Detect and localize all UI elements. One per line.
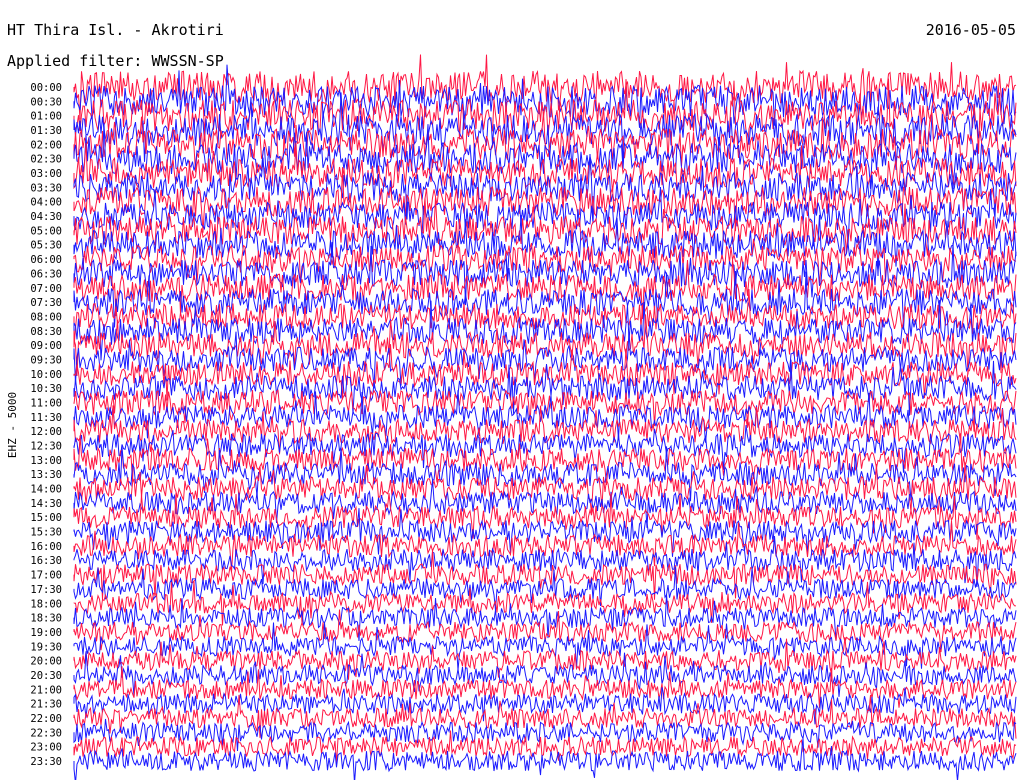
seismogram-chart: 00:00 00:30 01:00 01:30 02:00 02:30 03:00 03:30…	[0, 0, 1024, 780]
time-tick-label: 09:30	[30, 355, 62, 367]
channel-axis-label: EHZ - 5000	[6, 392, 19, 458]
time-tick-label: 15:00	[30, 512, 62, 524]
filter-label: Applied filter: WWSSN-SP	[7, 52, 224, 70]
time-tick-label: 20:00	[30, 656, 62, 668]
time-tick-label: 07:30	[30, 297, 62, 309]
time-tick-label: 22:30	[30, 727, 62, 739]
time-tick-label: 08:30	[30, 326, 62, 338]
time-tick-label: 05:00	[30, 225, 62, 237]
time-tick-label: 17:00	[30, 570, 62, 582]
time-tick-label: 18:00	[30, 598, 62, 610]
time-tick-label: 13:30	[30, 469, 62, 481]
time-tick-label: 11:30	[30, 412, 62, 424]
time-tick-label: 09:00	[30, 340, 62, 352]
time-tick-label: 10:30	[30, 383, 62, 395]
time-tick-label: 04:00	[30, 197, 62, 209]
time-tick-label: 06:00	[30, 254, 62, 266]
time-tick-label: 03:00	[30, 168, 62, 180]
time-tick-label: 00:00	[30, 82, 62, 94]
time-tick-label: 19:30	[30, 641, 62, 653]
time-tick-label: 21:00	[30, 684, 62, 696]
time-tick-label: 11:00	[30, 398, 62, 410]
time-tick-label: 06:30	[30, 268, 62, 280]
time-tick-label: 17:30	[30, 584, 62, 596]
time-tick-label: 12:30	[30, 441, 62, 453]
time-tick-label: 16:30	[30, 555, 62, 567]
date-label: 2016-05-05	[926, 21, 1016, 39]
time-tick-label: 19:00	[30, 627, 62, 639]
time-tick-label: 03:30	[30, 182, 62, 194]
time-tick-label: 15:30	[30, 527, 62, 539]
time-tick-label: 05:30	[30, 240, 62, 252]
time-tick-label: 21:30	[30, 699, 62, 711]
time-tick-label: 07:00	[30, 283, 62, 295]
time-tick-label: 18:30	[30, 613, 62, 625]
time-tick-label: 02:00	[30, 139, 62, 151]
time-tick-label: 08:00	[30, 311, 62, 323]
time-tick-label: 14:30	[30, 498, 62, 510]
time-tick-label: 16:00	[30, 541, 62, 553]
time-tick-label: 23:00	[30, 742, 62, 754]
time-tick-label: 14:00	[30, 484, 62, 496]
station-title: HT Thira Isl. - Akrotiri	[7, 21, 224, 39]
time-tick-label: 23:30	[30, 756, 62, 768]
time-tick-label: 01:30	[30, 125, 62, 137]
time-tick-label: 12:00	[30, 426, 62, 438]
time-tick-label: 01:00	[30, 111, 62, 123]
time-tick-label: 10:00	[30, 369, 62, 381]
time-tick-label: 20:30	[30, 670, 62, 682]
time-tick-label: 00:30	[30, 96, 62, 108]
time-tick-label: 04:30	[30, 211, 62, 223]
time-tick-label: 02:30	[30, 154, 62, 166]
time-tick-label: 13:00	[30, 455, 62, 467]
time-tick-label: 22:00	[30, 713, 62, 725]
